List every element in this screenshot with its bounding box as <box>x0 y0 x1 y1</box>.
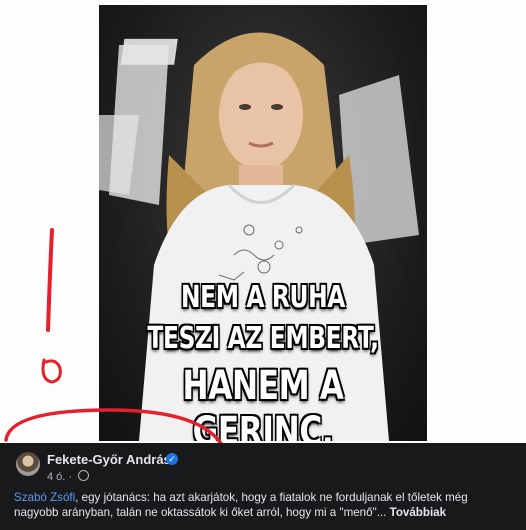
image-caption-line1: NEM A RUHA <box>180 280 346 315</box>
meta-separator: · <box>68 471 73 483</box>
post-meta: 4 ó. · <box>47 470 90 483</box>
image-caption-line2: TESZI AZ EMBERT, <box>147 321 379 356</box>
image-caption-line3: HANEM A GERINC. <box>182 363 344 441</box>
post-time[interactable]: 4 ó. <box>47 471 65 483</box>
post-image[interactable]: ▬ NEM A RUHA TESZI AZ EMBERT, HANEM A GE… <box>99 5 427 441</box>
author-name[interactable]: Fekete-Győr András <box>47 452 171 467</box>
globe-icon <box>78 470 90 481</box>
verified-badge-icon: ✓ <box>166 453 178 465</box>
mention-link[interactable]: Szabó Zsófi <box>14 491 75 504</box>
author-avatar[interactable] <box>16 452 40 476</box>
see-more-link[interactable]: Továbbiak <box>390 506 446 519</box>
post-text: Szabó Zsófi, egy jótanács: ha azt akarjá… <box>14 490 514 520</box>
